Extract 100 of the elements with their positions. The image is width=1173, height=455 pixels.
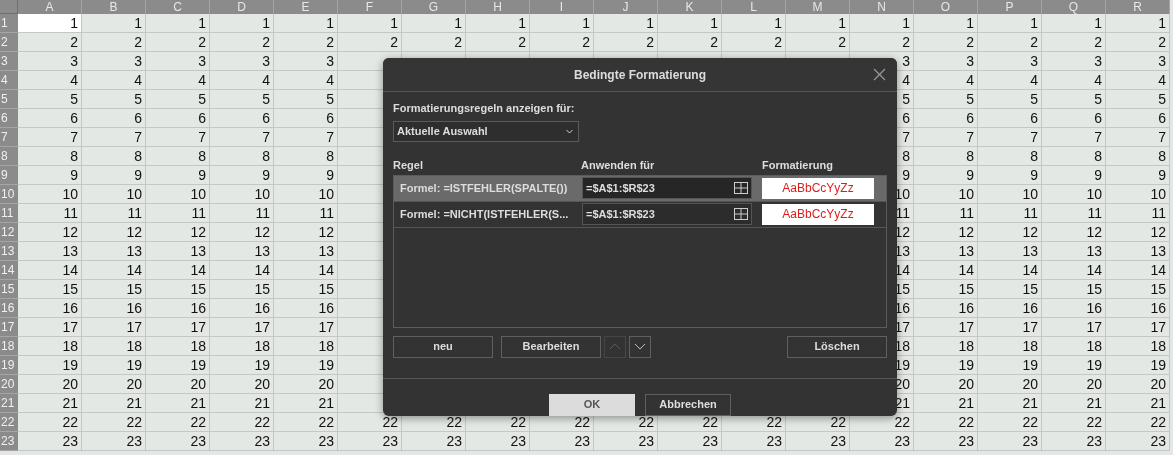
table-cell[interactable]: 3 xyxy=(146,52,210,71)
table-cell[interactable]: 4 xyxy=(978,71,1042,90)
table-cell[interactable]: 1 xyxy=(1042,14,1106,33)
table-cell[interactable]: 23 xyxy=(914,432,978,451)
table-cell[interactable]: 7 xyxy=(914,128,978,147)
table-cell[interactable]: 15 xyxy=(82,280,146,299)
table-cell[interactable]: 3 xyxy=(210,52,274,71)
table-cell[interactable]: 16 xyxy=(82,299,146,318)
table-cell[interactable]: 18 xyxy=(1042,337,1106,356)
table-cell[interactable]: 2 xyxy=(82,33,146,52)
table-cell[interactable]: 16 xyxy=(18,299,82,318)
table-cell[interactable]: 3 xyxy=(1106,52,1170,71)
table-cell[interactable]: 1 xyxy=(786,14,850,33)
table-cell[interactable]: 9 xyxy=(1106,166,1170,185)
table-cell[interactable]: 1 xyxy=(594,14,658,33)
table-cell[interactable]: 6 xyxy=(82,109,146,128)
table-cell[interactable]: 7 xyxy=(82,128,146,147)
table-cell[interactable]: 13 xyxy=(210,242,274,261)
table-cell[interactable]: 2 xyxy=(146,33,210,52)
table-cell[interactable]: 12 xyxy=(1042,223,1106,242)
table-cell[interactable]: 9 xyxy=(978,166,1042,185)
table-cell[interactable]: 21 xyxy=(18,394,82,413)
table-cell[interactable]: 1 xyxy=(82,14,146,33)
table-cell[interactable]: 11 xyxy=(146,204,210,223)
table-cell[interactable]: 14 xyxy=(914,261,978,280)
table-cell[interactable]: 2 xyxy=(210,33,274,52)
table-cell[interactable]: 8 xyxy=(914,147,978,166)
cancel-button[interactable]: Abbrechen xyxy=(645,393,731,416)
table-cell[interactable]: 21 xyxy=(914,394,978,413)
table-cell[interactable]: 22 xyxy=(1106,413,1170,432)
table-cell[interactable]: 17 xyxy=(1042,318,1106,337)
table-cell[interactable]: 23 xyxy=(722,432,786,451)
table-cell[interactable]: 7 xyxy=(18,128,82,147)
table-cell[interactable]: 9 xyxy=(914,166,978,185)
table-cell[interactable]: 2 xyxy=(274,33,338,52)
table-cell[interactable]: 2 xyxy=(338,33,402,52)
table-cell[interactable]: 22 xyxy=(338,413,402,432)
table-cell[interactable]: 10 xyxy=(210,185,274,204)
table-cell[interactable]: 22 xyxy=(274,413,338,432)
table-cell[interactable]: 22 xyxy=(82,413,146,432)
table-cell[interactable]: 23 xyxy=(978,432,1042,451)
table-cell[interactable]: 17 xyxy=(210,318,274,337)
table-cell[interactable]: 9 xyxy=(1042,166,1106,185)
table-cell[interactable]: 4 xyxy=(82,71,146,90)
table-cell[interactable]: 19 xyxy=(82,356,146,375)
table-cell[interactable]: 4 xyxy=(1106,71,1170,90)
table-cell[interactable]: 14 xyxy=(274,261,338,280)
table-cell[interactable]: 18 xyxy=(274,337,338,356)
table-cell[interactable]: 20 xyxy=(914,375,978,394)
table-cell[interactable]: 15 xyxy=(274,280,338,299)
table-cell[interactable]: 4 xyxy=(210,71,274,90)
table-cell[interactable]: 11 xyxy=(914,204,978,223)
table-cell[interactable]: 18 xyxy=(18,337,82,356)
ok-button[interactable]: OK xyxy=(549,393,635,416)
table-cell[interactable]: 2 xyxy=(658,33,722,52)
table-cell[interactable]: 20 xyxy=(18,375,82,394)
table-cell[interactable]: 17 xyxy=(1106,318,1170,337)
table-cell[interactable]: 15 xyxy=(914,280,978,299)
table-cell[interactable]: 4 xyxy=(1042,71,1106,90)
table-cell[interactable]: 22 xyxy=(146,413,210,432)
table-cell[interactable]: 5 xyxy=(1042,90,1106,109)
table-cell[interactable]: 3 xyxy=(18,52,82,71)
table-cell[interactable]: 22 xyxy=(978,413,1042,432)
table-cell[interactable]: 19 xyxy=(274,356,338,375)
rule-row[interactable]: Formel: =ISTFEHLER(SPALTE()) =$A$1:$R$23 AaBbCcYyZz xyxy=(394,175,886,202)
table-cell[interactable]: 23 xyxy=(210,432,274,451)
table-cell[interactable]: 13 xyxy=(1042,242,1106,261)
table-cell[interactable]: 12 xyxy=(978,223,1042,242)
table-cell[interactable]: 2 xyxy=(914,33,978,52)
table-cell[interactable]: 14 xyxy=(210,261,274,280)
table-cell[interactable]: 23 xyxy=(18,432,82,451)
table-cell[interactable]: 11 xyxy=(978,204,1042,223)
table-cell[interactable]: 21 xyxy=(146,394,210,413)
table-cell[interactable]: 12 xyxy=(146,223,210,242)
range-field[interactable]: =$A$1:$R$23 xyxy=(582,203,752,225)
table-cell[interactable]: 2 xyxy=(594,33,658,52)
table-cell[interactable]: 23 xyxy=(594,432,658,451)
table-cell[interactable]: 1 xyxy=(1106,14,1170,33)
table-cell[interactable]: 17 xyxy=(18,318,82,337)
table-cell[interactable]: 12 xyxy=(274,223,338,242)
table-cell[interactable]: 11 xyxy=(1042,204,1106,223)
table-cell[interactable]: 17 xyxy=(82,318,146,337)
rule-row[interactable]: Formel: =NICHT(ISTFEHLER(S... =$A$1:$R$23 AaBbCcYyZz xyxy=(394,201,886,228)
table-cell[interactable]: 8 xyxy=(978,147,1042,166)
table-cell[interactable]: 19 xyxy=(914,356,978,375)
table-cell[interactable]: 20 xyxy=(978,375,1042,394)
table-cell[interactable]: 18 xyxy=(978,337,1042,356)
table-cell[interactable]: 13 xyxy=(1106,242,1170,261)
table-cell[interactable]: 4 xyxy=(18,71,82,90)
table-cell[interactable]: 10 xyxy=(274,185,338,204)
table-cell[interactable]: 19 xyxy=(18,356,82,375)
table-cell[interactable]: 21 xyxy=(1042,394,1106,413)
table-cell[interactable]: 13 xyxy=(274,242,338,261)
grid-icon[interactable] xyxy=(734,182,748,194)
table-cell[interactable]: 6 xyxy=(914,109,978,128)
table-cell[interactable]: 23 xyxy=(1106,432,1170,451)
table-cell[interactable]: 1 xyxy=(146,14,210,33)
table-cell[interactable]: 9 xyxy=(274,166,338,185)
table-cell[interactable]: 15 xyxy=(146,280,210,299)
table-cell[interactable]: 18 xyxy=(210,337,274,356)
